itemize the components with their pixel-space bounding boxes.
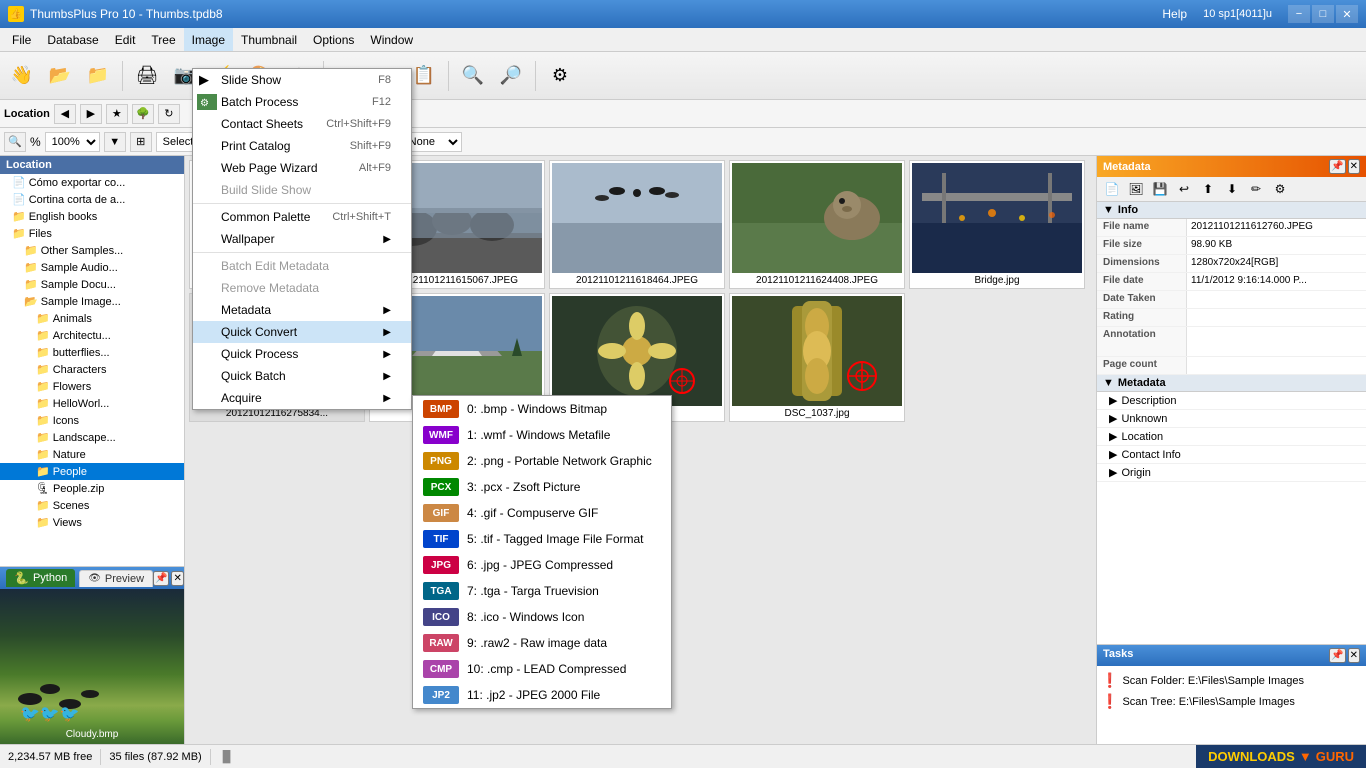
menu-item-removemetadata: Remove Metadata <box>193 277 411 299</box>
commonpalette-shortcut: Ctrl+Shift+T <box>332 211 391 223</box>
convert-tif-label: 5: .tif - Tagged Image File Format <box>467 532 644 546</box>
convert-tif[interactable]: TIF 5: .tif - Tagged Image File Format <box>413 526 671 552</box>
menu-item-wallpaper[interactable]: Wallpaper ▶ <box>193 228 411 250</box>
badge-raw: RAW <box>423 634 459 652</box>
menu-item-slideshow[interactable]: ▶ Slide Show F8 <box>193 69 411 91</box>
badge-png: PNG <box>423 452 459 470</box>
contactsheets-label: Contact Sheets <box>221 117 303 131</box>
convert-tga-label: 7: .tga - Targa Truevision <box>467 584 599 598</box>
convert-pcx[interactable]: PCX 3: .pcx - Zsoft Picture <box>413 474 671 500</box>
guru-text: GURU <box>1316 749 1354 764</box>
slideshow-icon: ▶ <box>199 72 209 88</box>
convert-ico-label: 8: .ico - Windows Icon <box>467 610 584 624</box>
quickprocess-label: Quick Process <box>221 347 298 361</box>
svg-text:⚙: ⚙ <box>200 98 209 109</box>
badge-jpg: JPG <box>423 556 459 574</box>
convert-cmp-label: 10: .cmp - LEAD Compressed <box>467 662 626 676</box>
convert-png[interactable]: PNG 2: .png - Portable Network Graphic <box>413 448 671 474</box>
menu-item-contactsheets[interactable]: Contact Sheets Ctrl+Shift+F9 <box>193 113 411 135</box>
menu-item-quickbatch[interactable]: Quick Batch ▶ <box>193 365 411 387</box>
badge-cmp: CMP <box>423 660 459 678</box>
printcatalog-shortcut: Shift+F9 <box>350 140 391 152</box>
badge-wmf: WMF <box>423 426 459 444</box>
convert-wmf-label: 1: .wmf - Windows Metafile <box>467 428 610 442</box>
badge-gif: GIF <box>423 504 459 522</box>
batch-icon-svg: ⚙ <box>199 95 215 109</box>
convert-bmp-label: 0: .bmp - Windows Bitmap <box>467 402 607 416</box>
image-menu: ▶ Slide Show F8 ⚙ Batch Process F12 Cont… <box>192 68 412 410</box>
menu-item-quickconvert[interactable]: Quick Convert ▶ <box>193 321 411 343</box>
convert-raw-label: 9: .raw2 - Raw image data <box>467 636 607 650</box>
convert-jp2[interactable]: JP2 11: .jp2 - JPEG 2000 File <box>413 682 671 708</box>
slideshow-shortcut: F8 <box>378 74 391 86</box>
badge-pcx: PCX <box>423 478 459 496</box>
batcheditmetadata-label: Batch Edit Metadata <box>221 259 329 273</box>
batchprocess-label: Batch Process <box>221 95 298 109</box>
convert-gif-label: 4: .gif - Compuserve GIF <box>467 506 598 520</box>
menu-sep-1 <box>193 203 411 204</box>
menu-item-acquire[interactable]: Acquire ▶ <box>193 387 411 409</box>
webpagewizard-shortcut: Alt+F9 <box>359 162 391 174</box>
badge-tga: TGA <box>423 582 459 600</box>
menu-sep-2 <box>193 252 411 253</box>
convert-png-label: 2: .png - Portable Network Graphic <box>467 454 652 468</box>
convert-bmp[interactable]: BMP 0: .bmp - Windows Bitmap <box>413 396 671 422</box>
menu-item-buildslideshow: Build Slide Show <box>193 179 411 201</box>
quickconvert-label: Quick Convert <box>221 325 297 339</box>
convert-tga[interactable]: TGA 7: .tga - Targa Truevision <box>413 578 671 604</box>
downloads-badge: DOWNLOADS ▼ GURU <box>1196 745 1366 768</box>
metadata-arrow: ▶ <box>383 305 391 316</box>
quickbatch-arrow: ▶ <box>383 371 391 382</box>
downloads-arrow: ▼ <box>1299 749 1312 764</box>
downloads-text: DOWNLOADS <box>1208 749 1295 764</box>
acquire-label: Acquire <box>221 391 262 405</box>
removemetadata-label: Remove Metadata <box>221 281 319 295</box>
convert-pcx-label: 3: .pcx - Zsoft Picture <box>467 480 580 494</box>
commonpalette-label: Common Palette <box>221 210 310 224</box>
convert-jp2-label: 11: .jp2 - JPEG 2000 File <box>467 688 600 702</box>
convert-gif[interactable]: GIF 4: .gif - Compuserve GIF <box>413 500 671 526</box>
convert-jpg-label: 6: .jpg - JPEG Compressed <box>467 558 613 572</box>
printcatalog-label: Print Catalog <box>221 139 290 153</box>
badge-bmp: BMP <box>423 400 459 418</box>
menu-item-printcatalog[interactable]: Print Catalog Shift+F9 <box>193 135 411 157</box>
badge-jp2: JP2 <box>423 686 459 704</box>
wallpaper-arrow: ▶ <box>383 234 391 245</box>
buildslideshow-label: Build Slide Show <box>221 183 311 197</box>
acquire-arrow: ▶ <box>383 393 391 404</box>
batchprocess-shortcut: F12 <box>372 96 391 108</box>
quickbatch-label: Quick Batch <box>221 369 286 383</box>
wallpaper-label: Wallpaper <box>221 232 275 246</box>
menu-item-webpagewizard[interactable]: Web Page Wizard Alt+F9 <box>193 157 411 179</box>
menu-item-commonpalette[interactable]: Common Palette Ctrl+Shift+T <box>193 206 411 228</box>
convert-ico[interactable]: ICO 8: .ico - Windows Icon <box>413 604 671 630</box>
webpagewizard-label: Web Page Wizard <box>221 161 318 175</box>
batchprocess-icon: ⚙ <box>197 94 217 110</box>
menu-item-batchprocess[interactable]: ⚙ Batch Process F12 <box>193 91 411 113</box>
convert-jpg[interactable]: JPG 6: .jpg - JPEG Compressed <box>413 552 671 578</box>
quick-convert-submenu: BMP 0: .bmp - Windows Bitmap WMF 1: .wmf… <box>412 395 672 709</box>
quickprocess-arrow: ▶ <box>383 349 391 360</box>
slideshow-label: Slide Show <box>221 73 281 87</box>
badge-ico: ICO <box>423 608 459 626</box>
convert-cmp[interactable]: CMP 10: .cmp - LEAD Compressed <box>413 656 671 682</box>
menu-item-metadata[interactable]: Metadata ▶ <box>193 299 411 321</box>
menu-item-quickprocess[interactable]: Quick Process ▶ <box>193 343 411 365</box>
metadata-label: Metadata <box>221 303 271 317</box>
quickconvert-arrow: ▶ <box>383 327 391 338</box>
convert-wmf[interactable]: WMF 1: .wmf - Windows Metafile <box>413 422 671 448</box>
convert-raw[interactable]: RAW 9: .raw2 - Raw image data <box>413 630 671 656</box>
menu-item-batcheditmetadata: Batch Edit Metadata <box>193 255 411 277</box>
contactsheets-shortcut: Ctrl+Shift+F9 <box>326 118 391 130</box>
badge-tif: TIF <box>423 530 459 548</box>
